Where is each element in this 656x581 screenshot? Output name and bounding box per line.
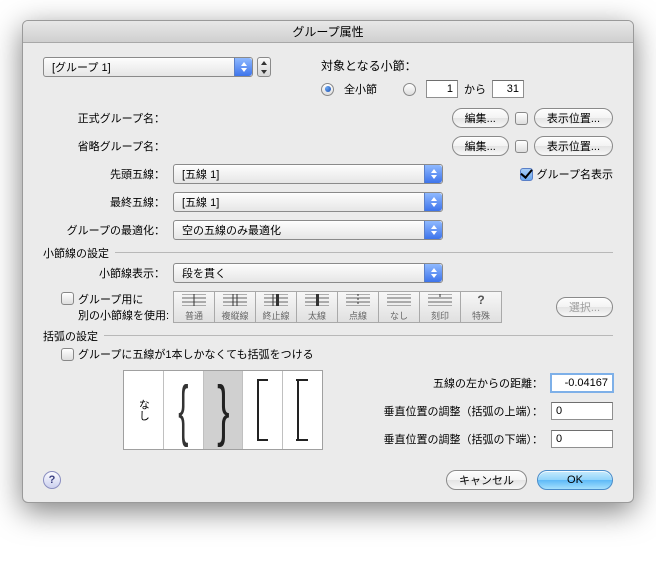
barline-opt-normal[interactable]: 普通	[173, 291, 215, 323]
bracket-opt-none[interactable]: なし	[124, 371, 164, 449]
group-attributes-dialog: グループ属性 [グループ 1] 対象となる小節： 全小節	[22, 20, 634, 503]
edit-full-name-button[interactable]: 編集...	[452, 108, 509, 128]
chevron-updown-icon	[234, 58, 252, 76]
stepper-up-icon[interactable]	[258, 58, 270, 67]
top-staff-popup[interactable]: [五線 1]	[173, 164, 443, 184]
bracket-opt-curly[interactable]: }	[204, 371, 244, 449]
stepper-down-icon[interactable]	[258, 67, 270, 76]
bottom-staff-value: [五線 1]	[182, 194, 219, 210]
group-selector-value: [グループ 1]	[52, 59, 111, 75]
always-bracket-checkbox[interactable]	[61, 348, 74, 361]
optimize-label: グループの最適化：	[43, 222, 173, 238]
cancel-button[interactable]: キャンセル	[446, 470, 527, 490]
chevron-updown-icon	[424, 165, 442, 183]
range-to-field[interactable]: 31	[492, 80, 524, 98]
edit-abbr-name-button[interactable]: 編集...	[452, 136, 509, 156]
help-button[interactable]: ?	[43, 471, 61, 489]
bracket-style-gallery: なし { }	[123, 370, 323, 450]
show-group-name-label: グループ名表示	[537, 166, 613, 182]
range-from-field[interactable]: 1	[426, 80, 458, 98]
top-adjust-label: 垂直位置の調整（括弧の上端）：	[384, 403, 552, 419]
use-alt-barline-label-2: 別の小節線を使用:	[78, 310, 169, 322]
top-staff-label: 先頭五線：	[43, 166, 173, 182]
window-title: グループ属性	[23, 21, 633, 43]
barline-opt-tick[interactable]: 刻印	[419, 291, 461, 323]
full-name-visible-checkbox[interactable]	[515, 112, 528, 125]
use-alt-barline-checkbox[interactable]	[61, 292, 74, 305]
bracket-none-label: なし	[135, 399, 151, 421]
barline-select-button[interactable]: 選択...	[556, 297, 613, 317]
optimize-value: 空の五線のみ最適化	[182, 222, 281, 238]
bracket-section: 括弧の設定 グループに五線が1本しかなくても括弧をつける なし { }	[43, 335, 613, 456]
left-distance-label: 五線の左からの距離：	[433, 375, 551, 391]
chevron-updown-icon	[424, 221, 442, 239]
top-staff-value: [五線 1]	[182, 166, 219, 182]
barline-opt-double[interactable]: 複縦線	[214, 291, 256, 323]
chevron-updown-icon	[424, 264, 442, 282]
abbr-name-visible-checkbox[interactable]	[515, 140, 528, 153]
radio-all-measures[interactable]	[321, 83, 334, 96]
bracket-opt-square[interactable]	[243, 371, 283, 449]
position-full-name-button[interactable]: 表示位置...	[534, 108, 613, 128]
ok-button[interactable]: OK	[537, 470, 613, 490]
radio-all-label: 全小節	[344, 81, 377, 97]
target-heading: 対象となる小節：	[321, 57, 524, 74]
always-bracket-label: グループに五線が1本しかなくても括弧をつける	[78, 346, 314, 362]
barline-section: 小節線の設定 小節線表示： 段を貫く グループ用に 別の小節線を使用:	[43, 252, 613, 323]
full-group-name-label: 正式グループ名：	[43, 110, 173, 126]
curly-brace-icon: }	[217, 376, 229, 444]
barline-opt-none[interactable]: なし	[378, 291, 420, 323]
position-abbr-name-button[interactable]: 表示位置...	[534, 136, 613, 156]
top-adjust-field[interactable]: 0	[551, 402, 613, 420]
square-bracket-icon	[254, 378, 272, 442]
bottom-adjust-label: 垂直位置の調整（括弧の下端）：	[384, 431, 552, 447]
bottom-adjust-field[interactable]: 0	[551, 430, 613, 448]
barline-display-label: 小節線表示：	[43, 265, 173, 281]
barline-opt-thick[interactable]: 太線	[296, 291, 338, 323]
group-selector-popup[interactable]: [グループ 1]	[43, 57, 253, 77]
barline-display-popup[interactable]: 段を貫く	[173, 263, 443, 283]
barline-section-label: 小節線の設定	[43, 245, 115, 261]
barline-display-value: 段を貫く	[182, 265, 226, 281]
range-to-label: から	[464, 81, 486, 97]
brace-icon: {	[178, 376, 188, 444]
bracket-section-label: 括弧の設定	[43, 328, 104, 344]
bracket-opt-desk[interactable]	[283, 371, 322, 449]
chevron-updown-icon	[424, 193, 442, 211]
barline-opt-dashed[interactable]: 点線	[337, 291, 379, 323]
left-distance-field[interactable]: -0.04167	[551, 374, 613, 392]
abbr-group-name-label: 省略グループ名：	[43, 138, 173, 154]
optimize-popup[interactable]: 空の五線のみ最適化	[173, 220, 443, 240]
radio-range-measures[interactable]	[403, 83, 416, 96]
bottom-staff-label: 最終五線：	[43, 194, 173, 210]
desk-bracket-icon	[294, 378, 312, 442]
show-group-name-checkbox[interactable]	[520, 168, 533, 181]
bracket-opt-brace[interactable]: {	[164, 371, 204, 449]
use-alt-barline-label-1: グループ用に	[78, 294, 143, 306]
barline-opt-custom[interactable]: ?特殊	[460, 291, 502, 323]
group-stepper[interactable]	[257, 57, 271, 77]
bottom-staff-popup[interactable]: [五線 1]	[173, 192, 443, 212]
barline-style-gallery: 普通 複縦線 終止線 太線 点線 なし 刻印 ?特殊	[173, 291, 502, 323]
barline-opt-final[interactable]: 終止線	[255, 291, 297, 323]
